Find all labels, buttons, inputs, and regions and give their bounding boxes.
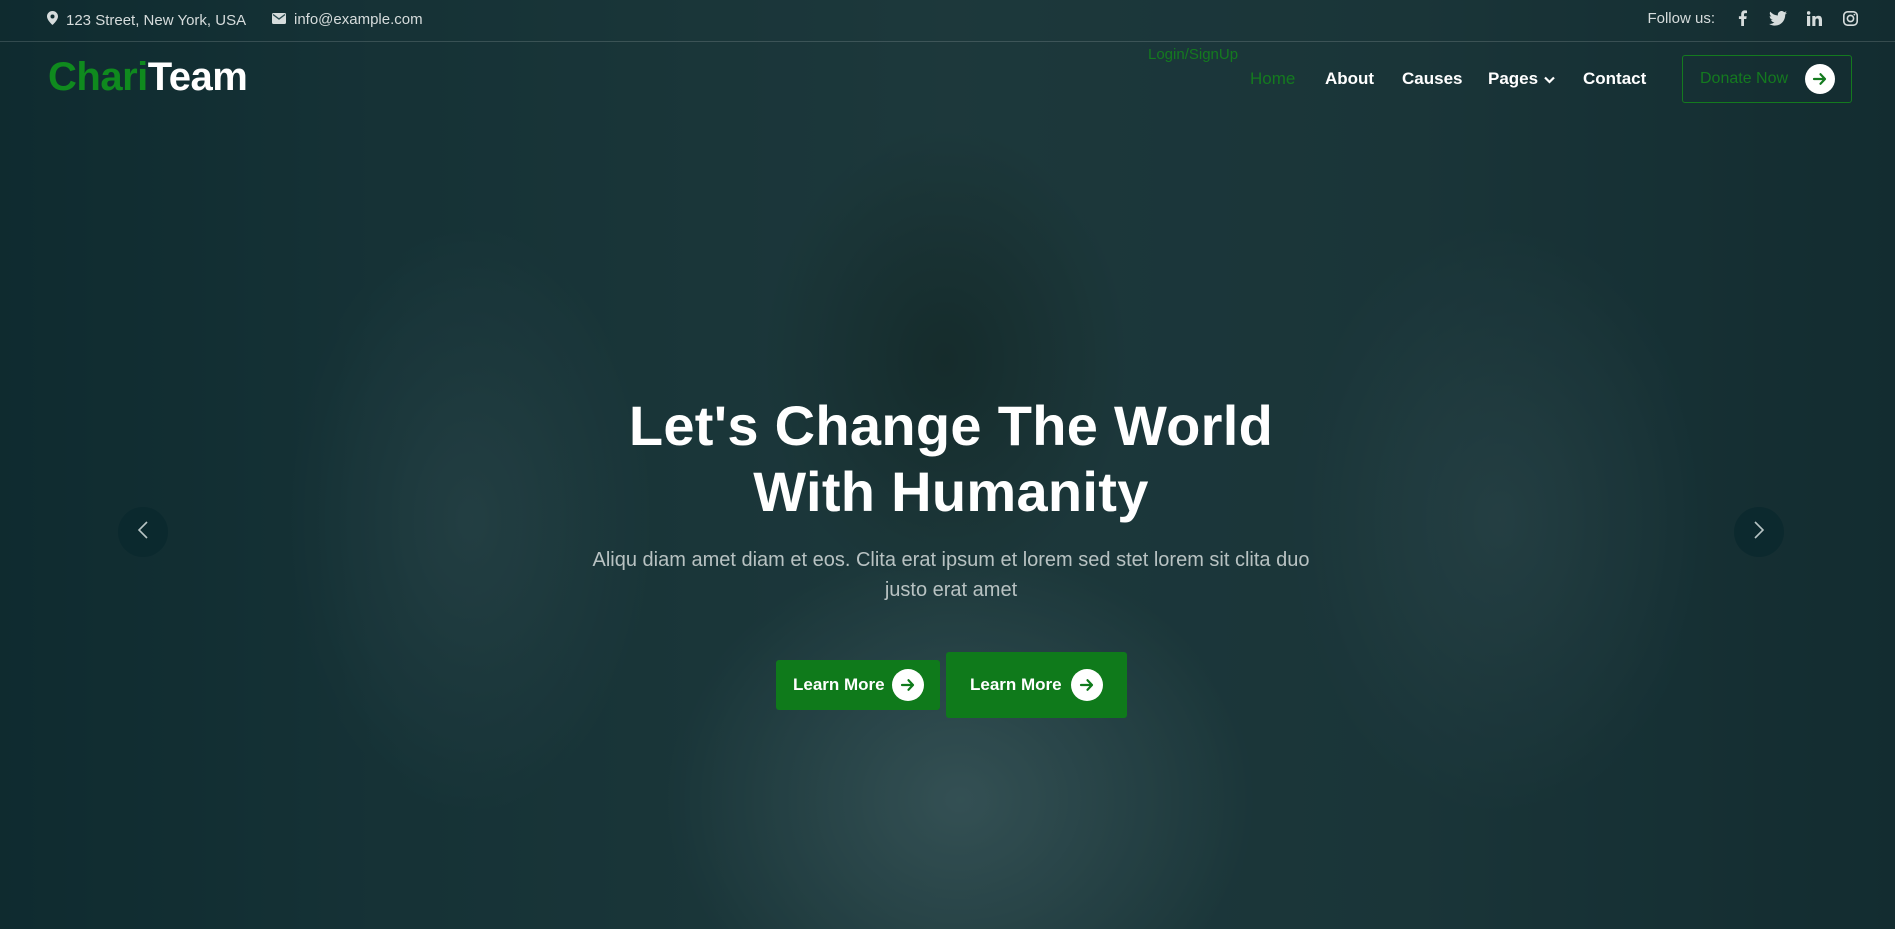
learn-more-label-2: Learn More [970,675,1062,694]
address-item: 123 Street, New York, USA [47,11,246,29]
top-bar: 123 Street, New York, USA info@example.c… [0,0,1895,42]
email-item: info@example.com [272,11,423,28]
twitter-icon[interactable] [1769,9,1787,27]
nav-item-pages-label: Pages [1488,69,1539,88]
nav-item-about[interactable]: About [1325,69,1374,89]
hero-title-line-1: Let's Change The World [628,394,1274,457]
carousel-prev-button[interactable] [118,507,168,557]
nav-item-pages[interactable]: Pages [1488,69,1555,89]
hero-section: 123 Street, New York, USA info@example.c… [0,0,1895,929]
donate-now-label: Donate Now [1700,70,1789,87]
hero-title: Let's Change The World With Humanity [547,393,1355,525]
login-signup-link[interactable]: Login/SignUp [1148,46,1238,63]
map-marker-icon [47,11,58,29]
hero-subtitle: Aliqu diam amet diam et eos. Clita erat … [592,549,1310,601]
linkedin-icon[interactable] [1805,9,1823,27]
hero-title-line-2: With Humanity [753,460,1149,523]
learn-more-button-1[interactable]: Learn More [776,660,940,710]
logo-part-white: Team [147,55,248,99]
nav-item-causes[interactable]: Causes [1402,69,1462,89]
follow-label: Follow us: [1647,9,1715,27]
facebook-icon[interactable] [1733,9,1751,27]
email-text: info@example.com [294,11,423,28]
arrow-right-icon [892,669,924,701]
learn-more-label-1: Learn More [793,675,885,694]
carousel-next-button[interactable] [1734,507,1784,557]
nav-item-home[interactable]: Home [1250,69,1295,89]
instagram-icon[interactable] [1841,9,1859,27]
chevron-down-icon [1544,69,1555,89]
donate-now-button[interactable]: Donate Now [1682,55,1852,103]
chevron-left-icon [137,520,149,545]
social-links: Follow us: [1647,9,1859,27]
arrow-right-icon [1071,669,1103,701]
arrow-right-icon [1805,64,1835,94]
learn-more-button-2[interactable]: Learn More [946,652,1127,718]
logo-part-green: Chari [48,55,148,99]
envelope-icon [272,11,286,28]
address-text: 123 Street, New York, USA [66,11,247,29]
site-logo[interactable]: ChariTeam [48,55,248,100]
nav-item-contact[interactable]: Contact [1583,69,1646,89]
chevron-right-icon [1753,520,1765,545]
